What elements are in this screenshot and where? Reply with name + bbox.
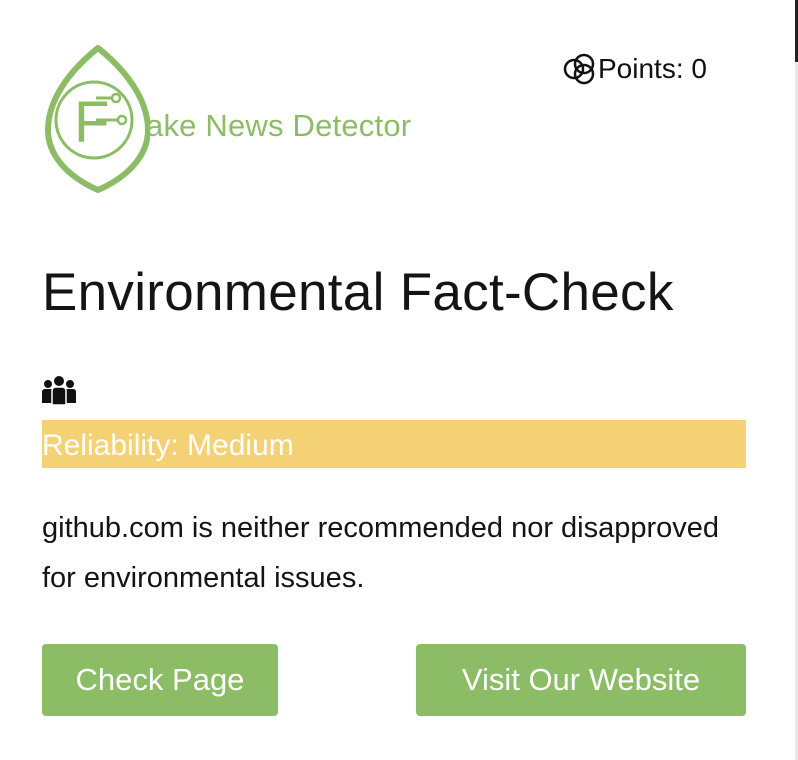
verdict-description: github.com is neither recommended nor di… <box>42 512 720 594</box>
reliability-badge: Reliability: Medium <box>42 420 746 468</box>
app-logo: F <box>40 44 150 194</box>
rings-icon <box>562 52 596 86</box>
popup-window: F ake News Detector Points: 0 Environmen… <box>0 0 798 760</box>
points-label: Points: 0 <box>598 53 707 84</box>
people-group-icon <box>42 375 76 405</box>
points-counter: Points: 0 <box>562 52 707 86</box>
logo-letter: F <box>74 90 109 155</box>
visit-website-button[interactable]: Visit Our Website <box>416 644 746 716</box>
page-title: Environmental Fact-Check <box>42 263 674 322</box>
check-page-button[interactable]: Check Page <box>42 644 278 716</box>
reliability-label: Reliability: Medium <box>42 429 294 462</box>
app-title: ake News Detector <box>146 108 412 143</box>
